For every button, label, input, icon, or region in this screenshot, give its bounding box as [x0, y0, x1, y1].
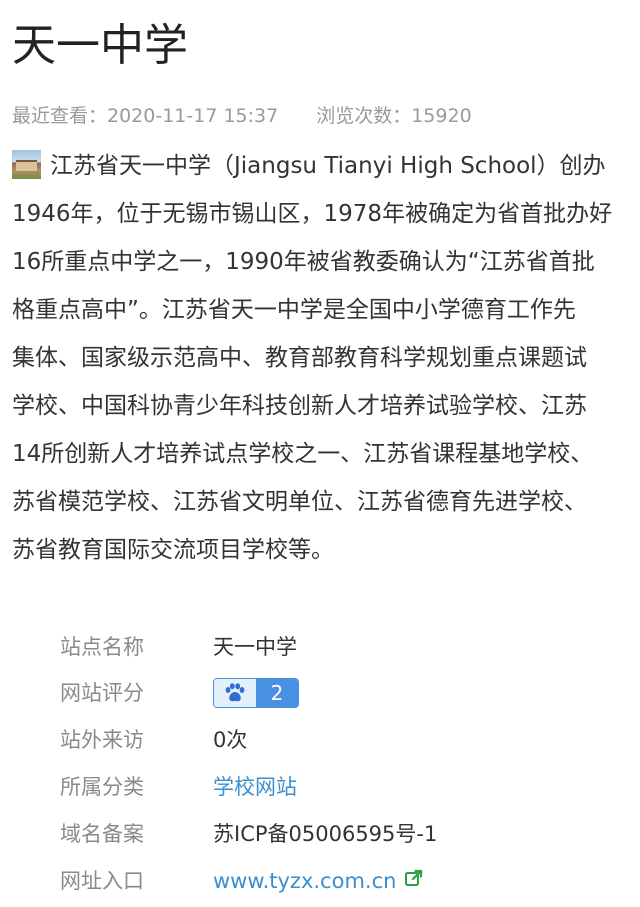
- info-row-category: 所属分类 学校网站: [0, 764, 640, 810]
- info-row-site-name: 站点名称 天一中学: [0, 624, 640, 670]
- rating-badge[interactable]: 2: [213, 678, 299, 708]
- site-detail-page: 天一中学 最近查看：2020-11-17 15:37 浏览次数：15920 江苏省…: [0, 0, 640, 907]
- view-count: 浏览次数：15920: [316, 105, 472, 127]
- description-line: 苏省模范学校、江苏省文明单位、江苏省德育先进学校、: [12, 489, 587, 515]
- school-thumbnail[interactable]: [12, 150, 41, 179]
- info-label: 所属分类: [60, 775, 144, 799]
- paw-icon: [214, 679, 256, 707]
- info-row-rating: 网站评分 2: [0, 670, 640, 716]
- url-link[interactable]: www.tyzx.com.cn: [213, 858, 424, 904]
- last-viewed: 最近查看：2020-11-17 15:37: [12, 105, 279, 127]
- category-link[interactable]: 学校网站: [213, 764, 297, 810]
- info-label: 站点名称: [60, 635, 144, 659]
- rating-score: 2: [256, 679, 298, 707]
- description: 江苏省天一中学（Jiangsu Tianyi High School）创办 19…: [0, 143, 640, 583]
- description-line: 14所创新人才培养试点学校之一、江苏省课程基地学校、: [12, 441, 594, 467]
- description-line: 16所重点中学之一，1990年被省教委确认为“江苏省首批: [12, 249, 595, 275]
- visits-value: 0次: [213, 728, 248, 752]
- description-line: 苏省教育国际交流项目学校等。: [12, 537, 334, 563]
- info-row-icp: 域名备案 苏ICP备05006595号-1: [0, 811, 640, 857]
- site-name-value: 天一中学: [213, 635, 297, 659]
- page-title: 天一中学: [12, 20, 188, 71]
- description-line: 集体、国家级示范高中、教育部教育科学规划重点课题试: [12, 345, 587, 371]
- info-row-visits: 站外来访 0次: [0, 717, 640, 763]
- info-label: 域名备案: [60, 822, 144, 846]
- description-line: 格重点高中”。江苏省天一中学是全国中小学德育工作先: [12, 297, 576, 323]
- icp-value: 苏ICP备05006595号-1: [213, 822, 438, 846]
- meta-bar: 最近查看：2020-11-17 15:37 浏览次数：15920: [12, 101, 472, 131]
- info-label: 网址入口: [60, 869, 144, 893]
- info-label: 站外来访: [60, 728, 144, 752]
- description-line: 1946年，位于无锡市锡山区，1978年被确定为省首批办好: [12, 201, 613, 227]
- external-link-icon[interactable]: [404, 858, 424, 904]
- info-row-url: 网址入口 www.tyzx.com.cn: [0, 858, 640, 904]
- description-line: 江苏省天一中学（Jiangsu Tianyi High School）创办: [12, 143, 606, 189]
- description-line: 学校、中国科协青少年科技创新人才培养试验学校、江苏: [12, 393, 587, 419]
- info-label: 网站评分: [60, 681, 144, 705]
